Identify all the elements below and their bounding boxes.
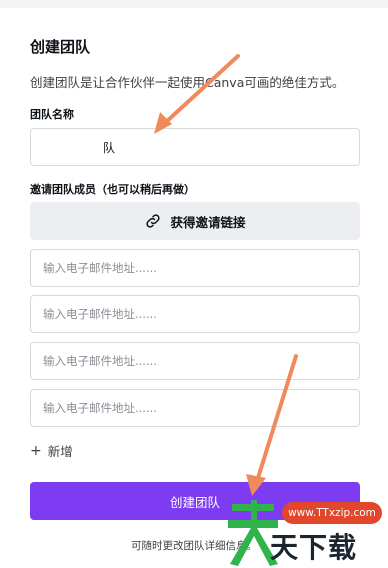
arrow-head-team-name <box>154 112 172 134</box>
arrow-to-team-name <box>164 54 240 124</box>
arrow-to-create-button <box>256 354 298 480</box>
watermark: www.TTxzip.com 天下载 <box>226 490 386 568</box>
watermark-brand: 天下载 <box>270 531 358 564</box>
watermark-url: www.TTxzip.com <box>282 502 382 524</box>
annotation-arrows <box>154 54 298 496</box>
